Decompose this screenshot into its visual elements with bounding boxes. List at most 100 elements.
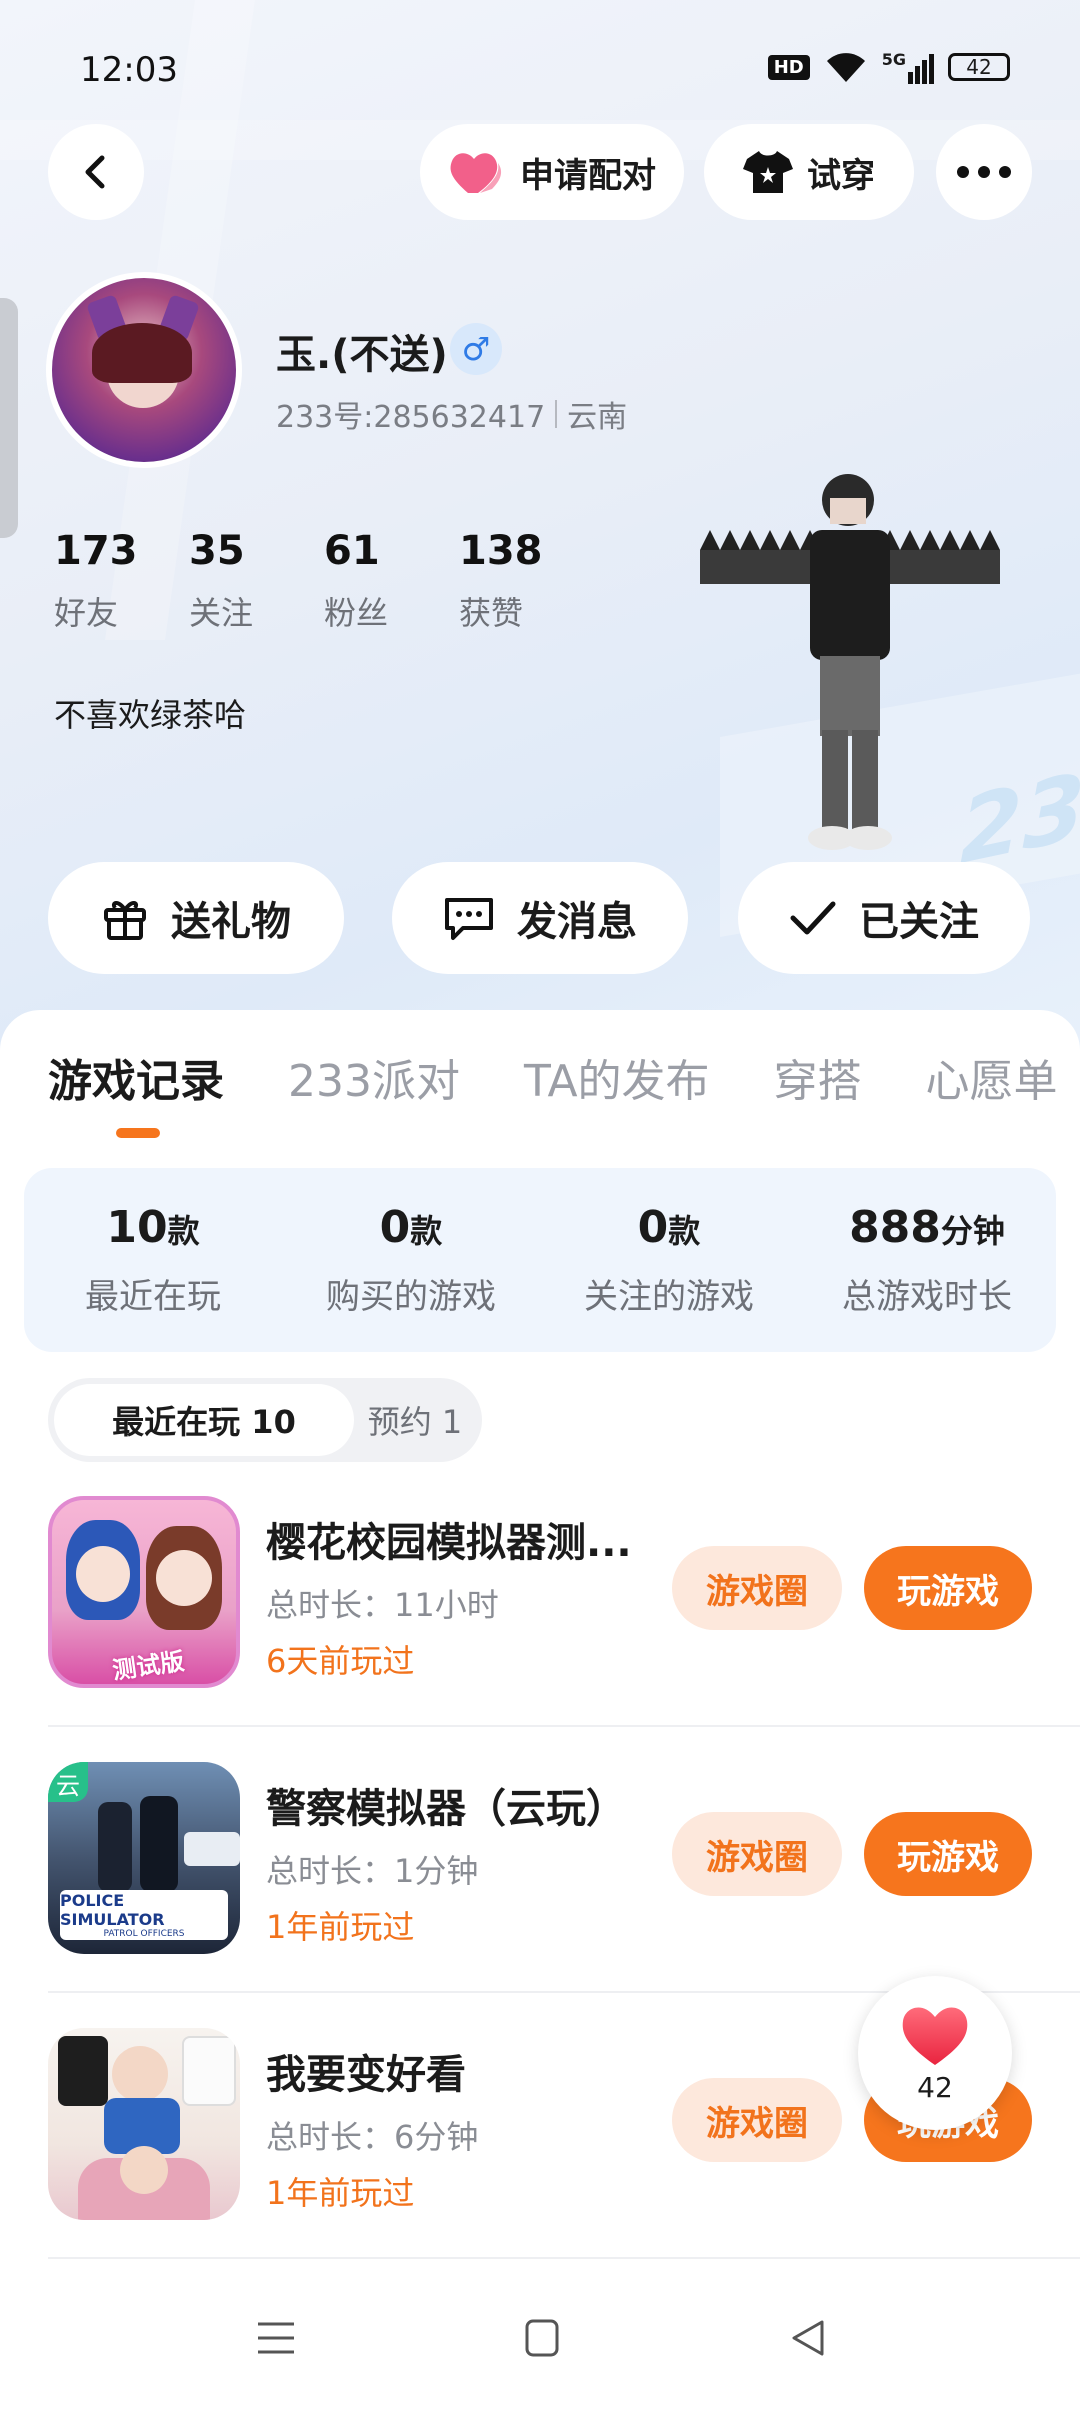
check-icon — [790, 901, 836, 935]
game-icon-badge: 测试版 — [110, 1647, 186, 1685]
like-fab[interactable]: 42 — [858, 1976, 1012, 2130]
menu-icon[interactable] — [256, 2320, 296, 2356]
game-icon-makeover — [48, 2028, 240, 2220]
stat-value: 173 — [54, 528, 138, 574]
more-dots-icon — [957, 166, 1011, 178]
tab-233-party[interactable]: 233派对 — [288, 1045, 460, 1109]
game-last-played: 1年前玩过 — [266, 2174, 415, 2212]
hd-icon: HD — [767, 54, 810, 80]
message-label: 发消息 — [517, 899, 637, 945]
stat-value: 138 — [459, 528, 543, 574]
game-last-played: 6天前玩过 — [266, 1642, 415, 1680]
game-last-played: 1年前玩过 — [266, 1908, 415, 1946]
summary-playtime[interactable]: 888分钟总游戏时长 — [798, 1168, 1056, 1352]
pair-request-button[interactable]: 申请配对 — [420, 124, 684, 220]
profile-stats: 173 好友 35 关注 61 粉丝 138 获赞 — [54, 528, 594, 634]
game-circle-button[interactable]: 游戏圈 — [672, 1812, 842, 1896]
summary-unit: 款 — [668, 1212, 701, 1250]
more-button[interactable] — [936, 124, 1032, 220]
stat-value: 61 — [324, 528, 380, 574]
tab-posts[interactable]: TA的发布 — [524, 1045, 710, 1109]
battery-level: 42 — [966, 55, 992, 79]
stat-fans[interactable]: 61 粉丝 — [324, 528, 459, 634]
tab-game-records[interactable]: 游戏记录 — [48, 1045, 224, 1109]
back-nav-icon[interactable] — [788, 2318, 828, 2358]
game-title: 警察模拟器（云玩） — [266, 1786, 626, 1832]
game-title: 我要变好看 — [266, 2052, 466, 2098]
subtab-reserve[interactable]: 预约 1 — [348, 1384, 482, 1456]
game-icon-police: 云 POLICE SIMULATOR PATROL OFFICERS — [48, 1762, 240, 1954]
chat-icon — [445, 898, 493, 940]
heart-icon — [902, 2006, 968, 2065]
wifi-icon — [826, 53, 865, 82]
play-game-button[interactable]: 玩游戏 — [864, 1812, 1032, 1896]
pair-request-label: 申请配对 — [520, 155, 656, 196]
stat-label: 粉丝 — [324, 594, 389, 632]
profile-name: 玉.(不送) — [276, 332, 448, 378]
back-button[interactable] — [48, 124, 144, 220]
chevron-left-icon — [85, 155, 105, 189]
following-button[interactable]: 已关注 — [738, 862, 1030, 974]
tab-wishlist[interactable]: 心愿单 — [926, 1045, 1058, 1109]
stat-label: 关注 — [189, 594, 254, 632]
subtab-recent[interactable]: 最近在玩 10 — [54, 1384, 354, 1456]
message-button[interactable]: 发消息 — [392, 862, 688, 974]
stat-likes[interactable]: 138 获赞 — [459, 528, 594, 634]
summary-followed[interactable]: 0款关注的游戏 — [540, 1168, 798, 1352]
gift-button[interactable]: 送礼物 — [48, 862, 344, 974]
status-bar: 12:03 HD 5G 42 — [0, 50, 1080, 90]
cloud-badge: 云 — [56, 1772, 80, 1800]
heart-icon — [450, 153, 502, 193]
game-icon-sakura: 测试版 — [48, 1496, 240, 1688]
avatar[interactable] — [46, 272, 242, 468]
stat-label: 好友 — [54, 594, 119, 632]
summary-purchased[interactable]: 0款购买的游戏 — [282, 1168, 540, 1352]
summary-unit: 款 — [167, 1212, 200, 1250]
stat-value: 35 — [189, 528, 245, 574]
game-total-time: 总时长：6分钟 — [266, 2118, 479, 2156]
divider — [48, 2257, 1080, 2259]
system-nav-bar — [0, 2270, 1080, 2412]
game-icon-title: POLICE SIMULATOR — [60, 1891, 165, 1929]
profile-tabs: 游戏记录 233派对 TA的发布 穿搭 心愿单 — [48, 1045, 1058, 1109]
summary-number: 0 — [637, 1202, 669, 1253]
summary-recent[interactable]: 10款 最近在玩 — [24, 1168, 282, 1352]
summary-label: 购买的游戏 — [326, 1277, 496, 1317]
tab-outfits[interactable]: 穿搭 — [774, 1045, 862, 1109]
side-drawer-handle[interactable] — [0, 298, 18, 538]
tshirt-icon — [743, 151, 793, 193]
profile-region: 云南 — [567, 400, 628, 435]
profile-uid: 233号:285632417 — [276, 400, 546, 435]
game-total-time: 总时长：11小时 — [266, 1586, 499, 1624]
summary-unit: 款 — [410, 1212, 443, 1250]
stat-following[interactable]: 35 关注 — [189, 528, 324, 634]
game-circle-button[interactable]: 游戏圈 — [672, 1546, 842, 1630]
gift-icon — [104, 901, 146, 940]
game-circle-button[interactable]: 游戏圈 — [672, 2078, 842, 2162]
divider — [48, 1725, 1080, 1727]
summary-value: 0款 — [638, 1202, 701, 1253]
summary-value: 10款 — [106, 1202, 199, 1253]
summary-number: 10 — [106, 1202, 168, 1253]
game-title: 樱花校园模拟器测... — [266, 1520, 632, 1566]
stat-label: 获赞 — [459, 594, 524, 632]
gift-label: 送礼物 — [171, 899, 291, 945]
summary-label: 关注的游戏 — [584, 1277, 754, 1317]
summary-unit: 分钟 — [940, 1212, 1005, 1250]
battery-icon: 42 — [948, 53, 1010, 81]
profile-bio: 不喜欢绿茶哈 — [54, 696, 247, 734]
network-type: 5G — [881, 50, 906, 69]
play-game-button[interactable]: 玩游戏 — [864, 1546, 1032, 1630]
try-on-label: 试穿 — [807, 155, 875, 196]
summary-number: 0 — [379, 1202, 411, 1253]
game-summary: 10款 最近在玩 0款 购买的游戏 0款 关注的游戏 888分钟 总游戏时长 — [24, 1168, 1056, 1352]
try-on-button[interactable]: 试穿 — [704, 124, 914, 220]
like-count: 42 — [917, 2070, 953, 2104]
stat-friends[interactable]: 173 好友 — [54, 528, 189, 634]
male-icon: ♂ — [450, 323, 502, 375]
summary-value: 888分钟 — [849, 1202, 1005, 1253]
home-icon[interactable] — [524, 2318, 560, 2358]
summary-label: 总游戏时长 — [842, 1277, 1012, 1317]
game-row[interactable]: 测试版 樱花校园模拟器测... 总时长：11小时 6天前玩过 游戏圈 玩游戏 — [48, 1496, 1080, 1762]
game-total-time: 总时长：1分钟 — [266, 1852, 479, 1890]
